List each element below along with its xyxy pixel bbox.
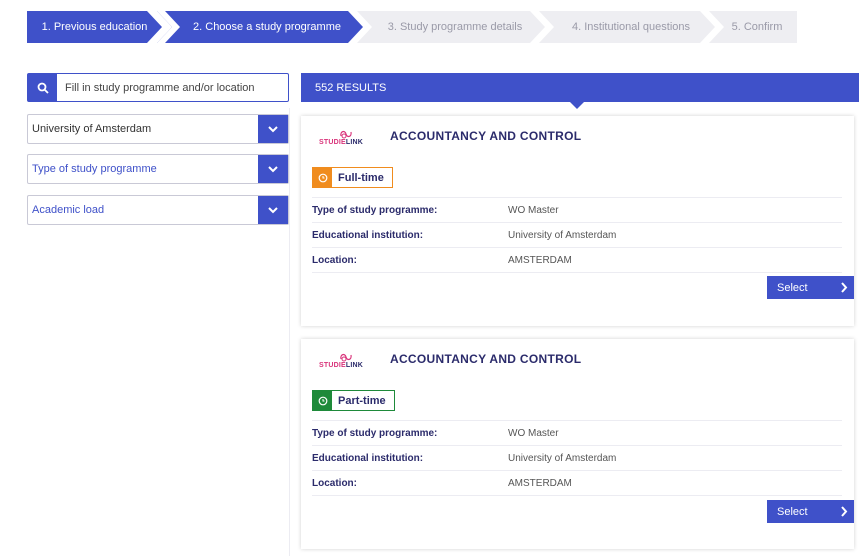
detail-value: WO Master: [508, 204, 559, 216]
detail-key: Location:: [312, 254, 357, 266]
search-icon: [37, 82, 49, 94]
chevron-down-icon: [268, 165, 278, 172]
studielink-logo: STUDIELINK: [319, 128, 363, 150]
search-input[interactable]: [57, 74, 288, 101]
select-button[interactable]: Select: [767, 276, 854, 299]
step-institutional-questions[interactable]: 4. Institutional questions: [539, 11, 715, 43]
results-pointer: [569, 101, 585, 109]
step-label: 3. Study programme details: [387, 21, 523, 33]
institution-select[interactable]: University of Amsterdam: [27, 114, 289, 144]
step-choose-programme[interactable]: 2. Choose a study programme: [157, 11, 363, 43]
studielink-logo: STUDIELINK: [319, 351, 363, 373]
programme-type-select[interactable]: Type of study programme: [27, 154, 289, 184]
detail-value: AMSTERDAM: [508, 477, 572, 489]
academic-load-dropdown-button[interactable]: [258, 196, 288, 224]
step-label: 1. Previous education: [41, 21, 148, 33]
detail-key: Educational institution:: [312, 229, 424, 241]
programme-type-dropdown-button[interactable]: [258, 155, 288, 183]
step-confirm[interactable]: 5. Confirm: [709, 11, 797, 43]
studielink-logo-text: STUDIELINK: [319, 362, 364, 369]
chevron-down-icon: [268, 125, 278, 132]
progress-steps: 1. Previous education 2. Choose a study …: [27, 11, 797, 43]
programme-details: Type of study programme: WO Master Educa…: [312, 420, 842, 496]
detail-row: Location: AMSTERDAM: [312, 470, 842, 496]
select-button-label: Select: [777, 281, 808, 294]
detail-key: Location:: [312, 477, 357, 489]
results-header: 552 RESULTS: [301, 73, 859, 109]
programme-title[interactable]: ACCOUNTANCY AND CONTROL: [390, 352, 581, 366]
chevron-right-icon: [841, 282, 848, 293]
academic-load-select[interactable]: Academic load: [27, 195, 289, 225]
detail-key: Type of study programme:: [312, 427, 438, 439]
detail-row: Location: AMSTERDAM: [312, 247, 842, 273]
study-mode-tag: Full-time: [312, 167, 393, 188]
select-button-label: Select: [777, 505, 808, 518]
clock-icon: [313, 391, 332, 410]
detail-row: Type of study programme: WO Master: [312, 420, 842, 445]
detail-value: University of Amsterdam: [508, 229, 617, 241]
detail-row: Type of study programme: WO Master: [312, 197, 842, 222]
detail-value: WO Master: [508, 427, 559, 439]
step-label: 2. Choose a study programme: [193, 21, 341, 33]
results-count: 552 RESULTS: [315, 81, 387, 94]
institution-select-value: University of Amsterdam: [32, 123, 152, 135]
detail-row: Educational institution: University of A…: [312, 222, 842, 247]
academic-load-select-value: Academic load: [32, 204, 105, 216]
detail-key: Educational institution:: [312, 452, 424, 464]
chevron-right-icon: [841, 506, 848, 517]
clock-icon: [313, 168, 332, 187]
result-card: STUDIELINK ACCOUNTANCY AND CONTROL Full-…: [301, 116, 854, 326]
studielink-logo-text: STUDIELINK: [319, 139, 364, 146]
detail-value: University of Amsterdam: [508, 452, 617, 464]
result-card: STUDIELINK ACCOUNTANCY AND CONTROL Part-…: [301, 339, 854, 549]
step-programme-details[interactable]: 3. Study programme details: [357, 11, 545, 43]
detail-value: AMSTERDAM: [508, 254, 572, 266]
detail-key: Type of study programme:: [312, 204, 438, 216]
chevron-down-icon: [268, 206, 278, 213]
search-button[interactable]: [28, 74, 57, 101]
search-box: [27, 73, 289, 102]
study-mode-label: Part-time: [338, 394, 386, 407]
institution-dropdown-button[interactable]: [258, 115, 288, 143]
programme-type-select-value: Type of study programme: [32, 163, 157, 175]
programme-title[interactable]: ACCOUNTANCY AND CONTROL: [390, 129, 581, 143]
step-label: 5. Confirm: [731, 21, 783, 33]
programme-details: Type of study programme: WO Master Educa…: [312, 197, 842, 273]
study-mode-label: Full-time: [338, 171, 384, 184]
detail-row: Educational institution: University of A…: [312, 445, 842, 470]
study-mode-tag: Part-time: [312, 390, 395, 411]
step-previous-education[interactable]: 1. Previous education: [27, 11, 162, 43]
step-label: 4. Institutional questions: [571, 21, 691, 33]
select-button[interactable]: Select: [767, 500, 854, 523]
